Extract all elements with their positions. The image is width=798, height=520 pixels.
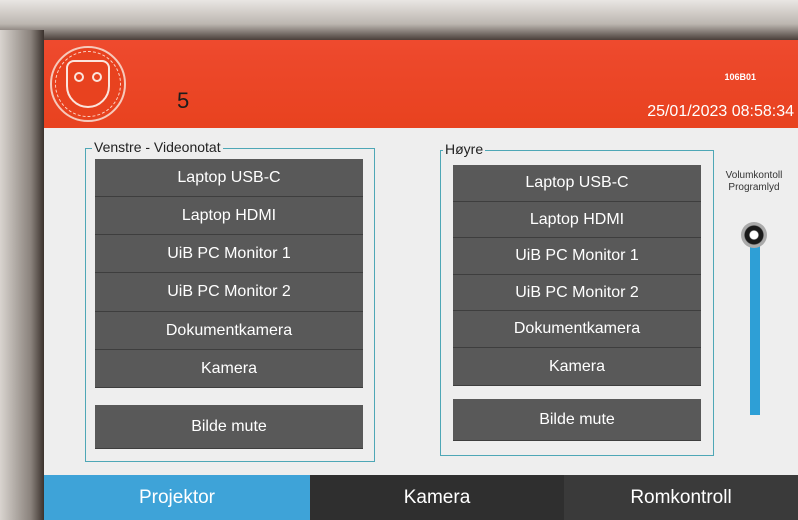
date-time: 25/01/2023 08:58:34 — [647, 103, 794, 120]
tab-romkontroll[interactable]: Romkontroll — [564, 475, 798, 520]
left-source-group: Venstre - Videonotat Laptop USB-C Laptop… — [85, 139, 375, 462]
tab-kamera[interactable]: Kamera — [310, 475, 564, 520]
left-picture-mute-button[interactable]: Bilde mute — [95, 405, 363, 449]
right-source-pc-monitor-1-button[interactable]: UiB PC Monitor 1 — [453, 238, 701, 275]
volume-label: Volumkontoll Programlyd — [714, 170, 794, 194]
slider-knob-icon[interactable] — [741, 221, 767, 248]
right-source-laptop-usbc-button[interactable]: Laptop USB-C — [453, 165, 701, 202]
left-source-kamera-button[interactable]: Kamera — [95, 350, 363, 388]
header-bar: 5 106B01 25/01/2023 08:58:34 — [44, 40, 798, 128]
touch-panel-screen: 5 106B01 25/01/2023 08:58:34 Venstre - V… — [44, 40, 798, 520]
right-group-title: Høyre — [443, 141, 486, 157]
seal-owl — [66, 60, 110, 108]
monitor-bezel-left — [0, 30, 44, 520]
university-seal-icon — [50, 46, 126, 122]
room-code: 106B01 — [724, 72, 756, 82]
right-source-pc-monitor-2-button[interactable]: UiB PC Monitor 2 — [453, 275, 701, 311]
volume-label-line2: Programlyd — [728, 182, 780, 193]
left-source-laptop-hdmi-button[interactable]: Laptop HDMI — [95, 197, 363, 235]
right-source-group: Høyre Laptop USB-C Laptop HDMI UiB PC Mo… — [440, 141, 714, 456]
seal-owl-eye-right — [92, 72, 102, 82]
bottom-tab-bar: Projektor Kamera Romkontroll — [44, 475, 798, 520]
left-source-pc-monitor-1-button[interactable]: UiB PC Monitor 1 — [95, 235, 363, 273]
left-group-title: Venstre - Videonotat — [92, 139, 223, 155]
tab-projektor[interactable]: Projektor — [44, 475, 310, 520]
right-source-kamera-button[interactable]: Kamera — [453, 348, 701, 386]
volume-slider-track[interactable] — [750, 225, 760, 415]
left-source-dokumentkamera-button[interactable]: Dokumentkamera — [95, 312, 363, 350]
monitor-bezel-top — [0, 0, 798, 40]
seal-owl-eye-left — [74, 72, 84, 82]
room-number: 5 — [177, 88, 190, 113]
left-source-pc-monitor-2-button[interactable]: UiB PC Monitor 2 — [95, 273, 363, 312]
volume-label-line1: Volumkontoll — [725, 170, 783, 181]
right-source-dokumentkamera-button[interactable]: Dokumentkamera — [453, 311, 701, 348]
left-source-laptop-usbc-button[interactable]: Laptop USB-C — [95, 159, 363, 197]
right-picture-mute-button[interactable]: Bilde mute — [453, 399, 701, 441]
right-source-laptop-hdmi-button[interactable]: Laptop HDMI — [453, 202, 701, 238]
